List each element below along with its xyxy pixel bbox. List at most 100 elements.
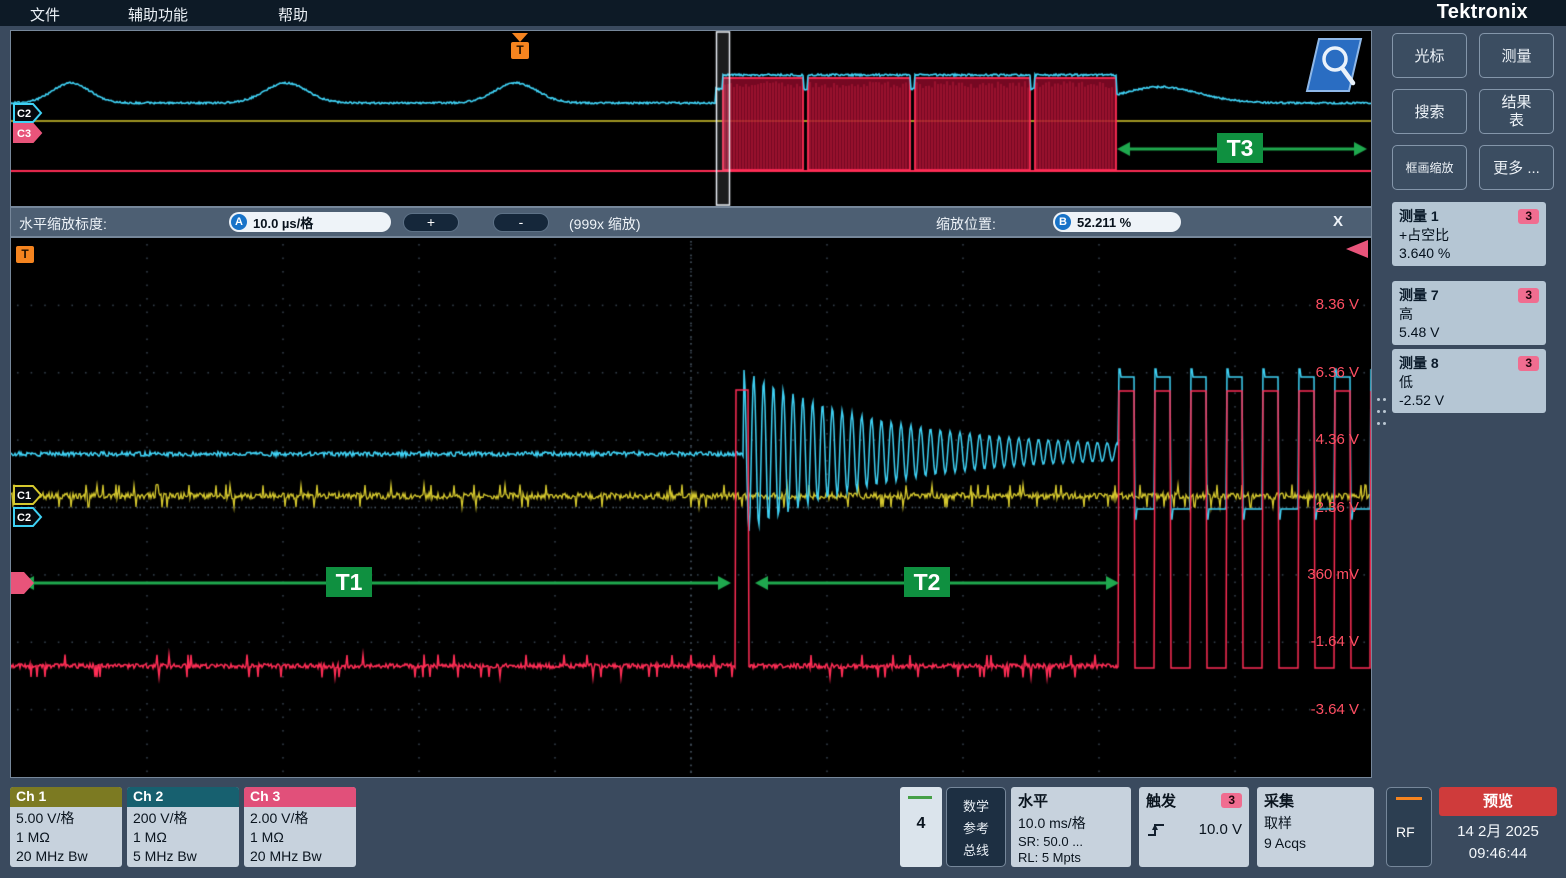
zoom-scale-label: 水平缩放标度: [19, 214, 107, 234]
c3-position-marker-icon[interactable] [11, 572, 35, 594]
oscilloscope-screen: { "colors": { "cyan": "#3fd2f5", "yellow… [0, 0, 1566, 878]
channel-bandwidth: 20 MHz Bw [250, 847, 350, 866]
scale-label-7: -3.64 V [1311, 701, 1359, 718]
channel-impedance: 1 MΩ [16, 828, 116, 847]
rising-edge-icon [1146, 822, 1166, 838]
horizontal-badge[interactable]: 水平 10.0 ms/格 SR: 50.0 ... RL: 5 Mpts [1011, 787, 1131, 867]
scale-label-6: -1.64 V [1311, 633, 1359, 650]
scale-label-3: 4.36 V [1316, 431, 1359, 448]
acquisition-badge[interactable]: 采集 取样 9 Acqs [1257, 787, 1374, 867]
overview-waveform-canvas[interactable] [11, 31, 1371, 206]
measurement-name: +占空比 [1399, 226, 1539, 244]
results-table-label: 结果表 [1499, 94, 1535, 129]
scale-label-1: 8.36 V [1316, 296, 1359, 313]
channel-tag-label: C1 [17, 490, 31, 502]
rf-badge[interactable]: RF [1386, 787, 1432, 867]
trigger-badge[interactable]: 触发 3 10.0 V [1139, 787, 1249, 867]
zoom-position-knob[interactable]: B 52.211 % [1053, 212, 1181, 232]
channel-scale: 2.00 V/格 [250, 809, 350, 828]
zoom-out-button[interactable]: - [493, 213, 549, 232]
wave4-color-line-icon [908, 796, 932, 799]
trigger-t-icon: T [511, 42, 529, 59]
main-waveform-panel: T C1 C2 8.36 V 6.36 V 4.36 V 2.36 V 360 … [10, 237, 1372, 778]
bottom-bar: Ch 1 5.00 V/格 1 MΩ 20 MHz Bw Ch 2 200 V/… [0, 782, 1566, 878]
channel-title: Ch 3 [244, 787, 356, 807]
drag-handle-icon[interactable] [1377, 398, 1387, 430]
trigger-level-arrow-icon[interactable] [1343, 239, 1369, 259]
channel-tag-c3-overview[interactable]: C3 [13, 123, 43, 143]
acquisition-count: 9 Acqs [1264, 835, 1367, 851]
source-badge: 3 [1518, 356, 1539, 371]
sidebar-button-results-table[interactable]: 结果表 [1479, 89, 1554, 134]
horizontal-record-length: RL: 5 Mpts [1018, 850, 1124, 865]
overview-panel: T C2 C3 T3 [10, 30, 1372, 207]
scale-label-4: 2.36 V [1316, 499, 1359, 516]
horizontal-sample-rate: SR: 50.0 ... [1018, 834, 1124, 849]
sidebar-button-search[interactable]: 搜索 [1392, 89, 1467, 134]
horizontal-scale: 10.0 ms/格 [1018, 813, 1124, 833]
t2-annotation: T2 [904, 567, 950, 597]
scale-label-5: 360 mV [1307, 566, 1359, 583]
rf-label: RF [1396, 824, 1431, 840]
trigger-arrow-icon [512, 33, 528, 42]
zoom-factor-label: (999x 缩放) [569, 214, 641, 234]
main-waveform-canvas[interactable] [11, 238, 1371, 777]
zoom-in-button[interactable]: + [403, 213, 459, 232]
tektronix-logo: Tektronix [1437, 1, 1528, 24]
channel-badge-ch2[interactable]: Ch 2 200 V/格 1 MΩ 5 MHz Bw [127, 787, 239, 867]
zoom-close-button[interactable]: X [1333, 213, 1343, 230]
sidebar: 光标 测量 搜索 结果表 框画缩放 更多 ... 测量 1 3 +占空比 3.6… [1392, 33, 1558, 413]
measurement-card-8[interactable]: 测量 8 3 低 -2.52 V [1392, 349, 1546, 413]
measurement-card-7[interactable]: 测量 7 3 高 5.48 V [1392, 281, 1546, 345]
math-label: 数学 [963, 796, 989, 815]
channel-tag-label: C2 [17, 512, 31, 524]
channel-scale: 200 V/格 [133, 809, 233, 828]
menu-file[interactable]: 文件 [30, 4, 60, 25]
measurement-value: 5.48 V [1399, 323, 1539, 341]
channel-tag-label: C2 [17, 108, 31, 120]
trigger-marker-icon[interactable]: T [511, 33, 529, 59]
menu-bar: 文件 辅助功能 帮助 Tektronix [0, 0, 1566, 26]
sidebar-button-measure[interactable]: 测量 [1479, 33, 1554, 78]
preview-button[interactable]: 预览 [1439, 787, 1557, 816]
channel-impedance: 1 MΩ [133, 828, 233, 847]
wave4-badge[interactable]: 4 [900, 787, 942, 867]
acquisition-mode: 取样 [1264, 813, 1367, 833]
zoom-toolbar: 水平缩放标度: A 10.0 µs/格 + - (999x 缩放) 缩放位置: … [10, 207, 1372, 237]
sidebar-button-more[interactable]: 更多 ... [1479, 145, 1554, 190]
trigger-title: 触发 [1146, 790, 1176, 811]
measurement-value: 3.640 % [1399, 244, 1539, 262]
channel-title: Ch 2 [127, 787, 239, 807]
knob-b-icon: B [1055, 214, 1071, 230]
zoom-scale-knob[interactable]: A 10.0 µs/格 [229, 212, 391, 232]
horizontal-title: 水平 [1018, 790, 1124, 811]
magnifier-icon[interactable] [1305, 37, 1363, 93]
channel-badge-ch3[interactable]: Ch 3 2.00 V/格 1 MΩ 20 MHz Bw [244, 787, 356, 867]
channel-tag-c1[interactable]: C1 [13, 485, 43, 505]
trigger-source-badge: 3 [1221, 793, 1242, 808]
channel-badge-ch1[interactable]: Ch 1 5.00 V/格 1 MΩ 20 MHz Bw [10, 787, 122, 867]
t1-annotation: T1 [326, 567, 372, 597]
menu-help[interactable]: 帮助 [278, 4, 308, 25]
zoom-position-value: 52.211 % [1077, 215, 1131, 230]
channel-tag-c2[interactable]: C2 [13, 507, 43, 527]
math-ref-bus-button[interactable]: 数学 参考 总线 [946, 787, 1006, 867]
knob-a-icon: A [231, 214, 247, 230]
sidebar-button-cursors[interactable]: 光标 [1392, 33, 1467, 78]
measurement-title: 测量 7 [1399, 285, 1439, 305]
trigger-level: 10.0 V [1199, 821, 1242, 838]
trigger-flag-icon[interactable]: T [16, 246, 34, 263]
wave4-label: 4 [900, 815, 942, 833]
time-label: 09:46:44 [1439, 845, 1557, 862]
menu-utilities[interactable]: 辅助功能 [128, 4, 188, 25]
channel-bandwidth: 5 MHz Bw [133, 847, 233, 866]
measurement-name: 高 [1399, 305, 1539, 323]
measurement-value: -2.52 V [1399, 391, 1539, 409]
channel-tag-label: C3 [17, 128, 31, 140]
rf-color-line-icon [1396, 797, 1422, 800]
channel-scale: 5.00 V/格 [16, 809, 116, 828]
sidebar-button-box-zoom[interactable]: 框画缩放 [1392, 145, 1467, 190]
channel-tag-c2-overview[interactable]: C2 [13, 103, 43, 123]
measurement-card-1[interactable]: 测量 1 3 +占空比 3.640 % [1392, 202, 1546, 266]
zoom-scale-value: 10.0 µs/格 [253, 213, 313, 232]
